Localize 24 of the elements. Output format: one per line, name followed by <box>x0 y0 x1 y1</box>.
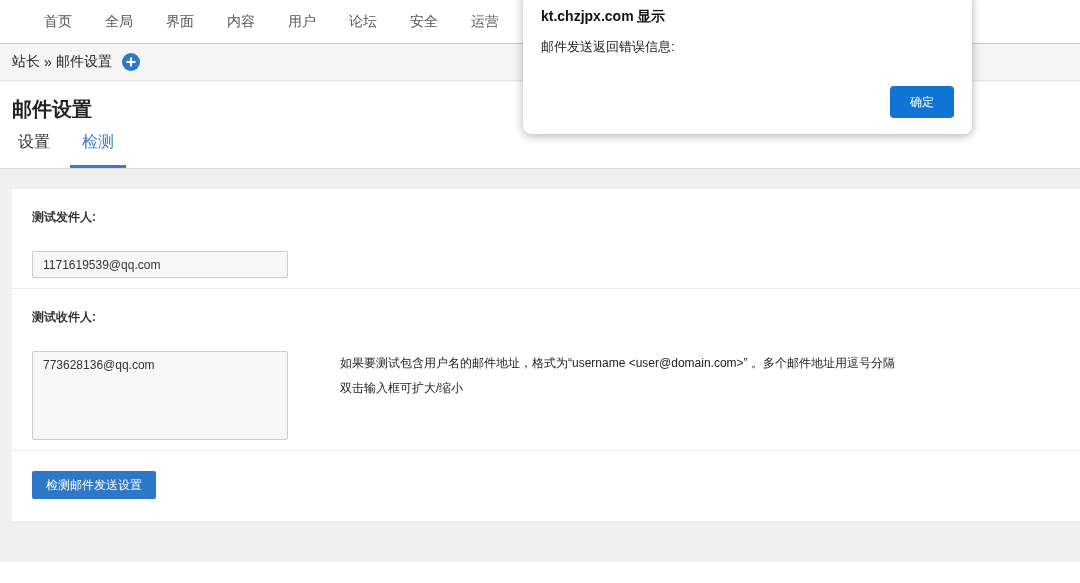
field-label: 测试发件人: <box>32 209 97 226</box>
dialog-message: 邮件发送返回错误信息: <box>541 38 676 56</box>
field-label: 测试收件人: <box>32 309 97 326</box>
nav-item[interactable]: 首页 <box>27 12 88 31</box>
breadcrumb-link[interactable]: 站长 <box>12 53 40 71</box>
nav-item[interactable]: 运营 <box>454 12 515 31</box>
test-button[interactable]: 检测邮件发送设置 <box>32 471 156 499</box>
breadcrumb-separator: » <box>44 54 52 70</box>
tab[interactable]: 设置 <box>6 120 62 168</box>
nav-item[interactable]: 论坛 <box>332 12 393 31</box>
hint-text: 双击输入框可扩大/缩小 <box>340 380 465 397</box>
hint-text: 如果要测试包含用户名的邮件地址，格式为“username <user@domain.com>” 。多个邮件地址用逗号分隔 <box>340 355 895 372</box>
nav-item[interactable]: 全局 <box>88 12 149 31</box>
nav-item[interactable]: 安全 <box>393 12 454 31</box>
nav-item[interactable]: 用户 <box>271 12 332 31</box>
recipient-textarea[interactable]: 773628136@qq.com <box>32 351 288 440</box>
nav-item[interactable]: 内容 <box>210 12 271 31</box>
ok-button[interactable]: 确定 <box>890 86 954 118</box>
nav-item[interactable]: 界面 <box>149 12 210 31</box>
sender-input[interactable]: 1171619539@qq.com <box>32 251 288 278</box>
page-title: 邮件设置 <box>12 97 92 120</box>
add-icon[interactable] <box>121 53 140 71</box>
breadcrumb-current: 邮件设置 <box>55 53 112 71</box>
dialog-title: kt.chzjpx.com 显示 <box>541 8 667 26</box>
